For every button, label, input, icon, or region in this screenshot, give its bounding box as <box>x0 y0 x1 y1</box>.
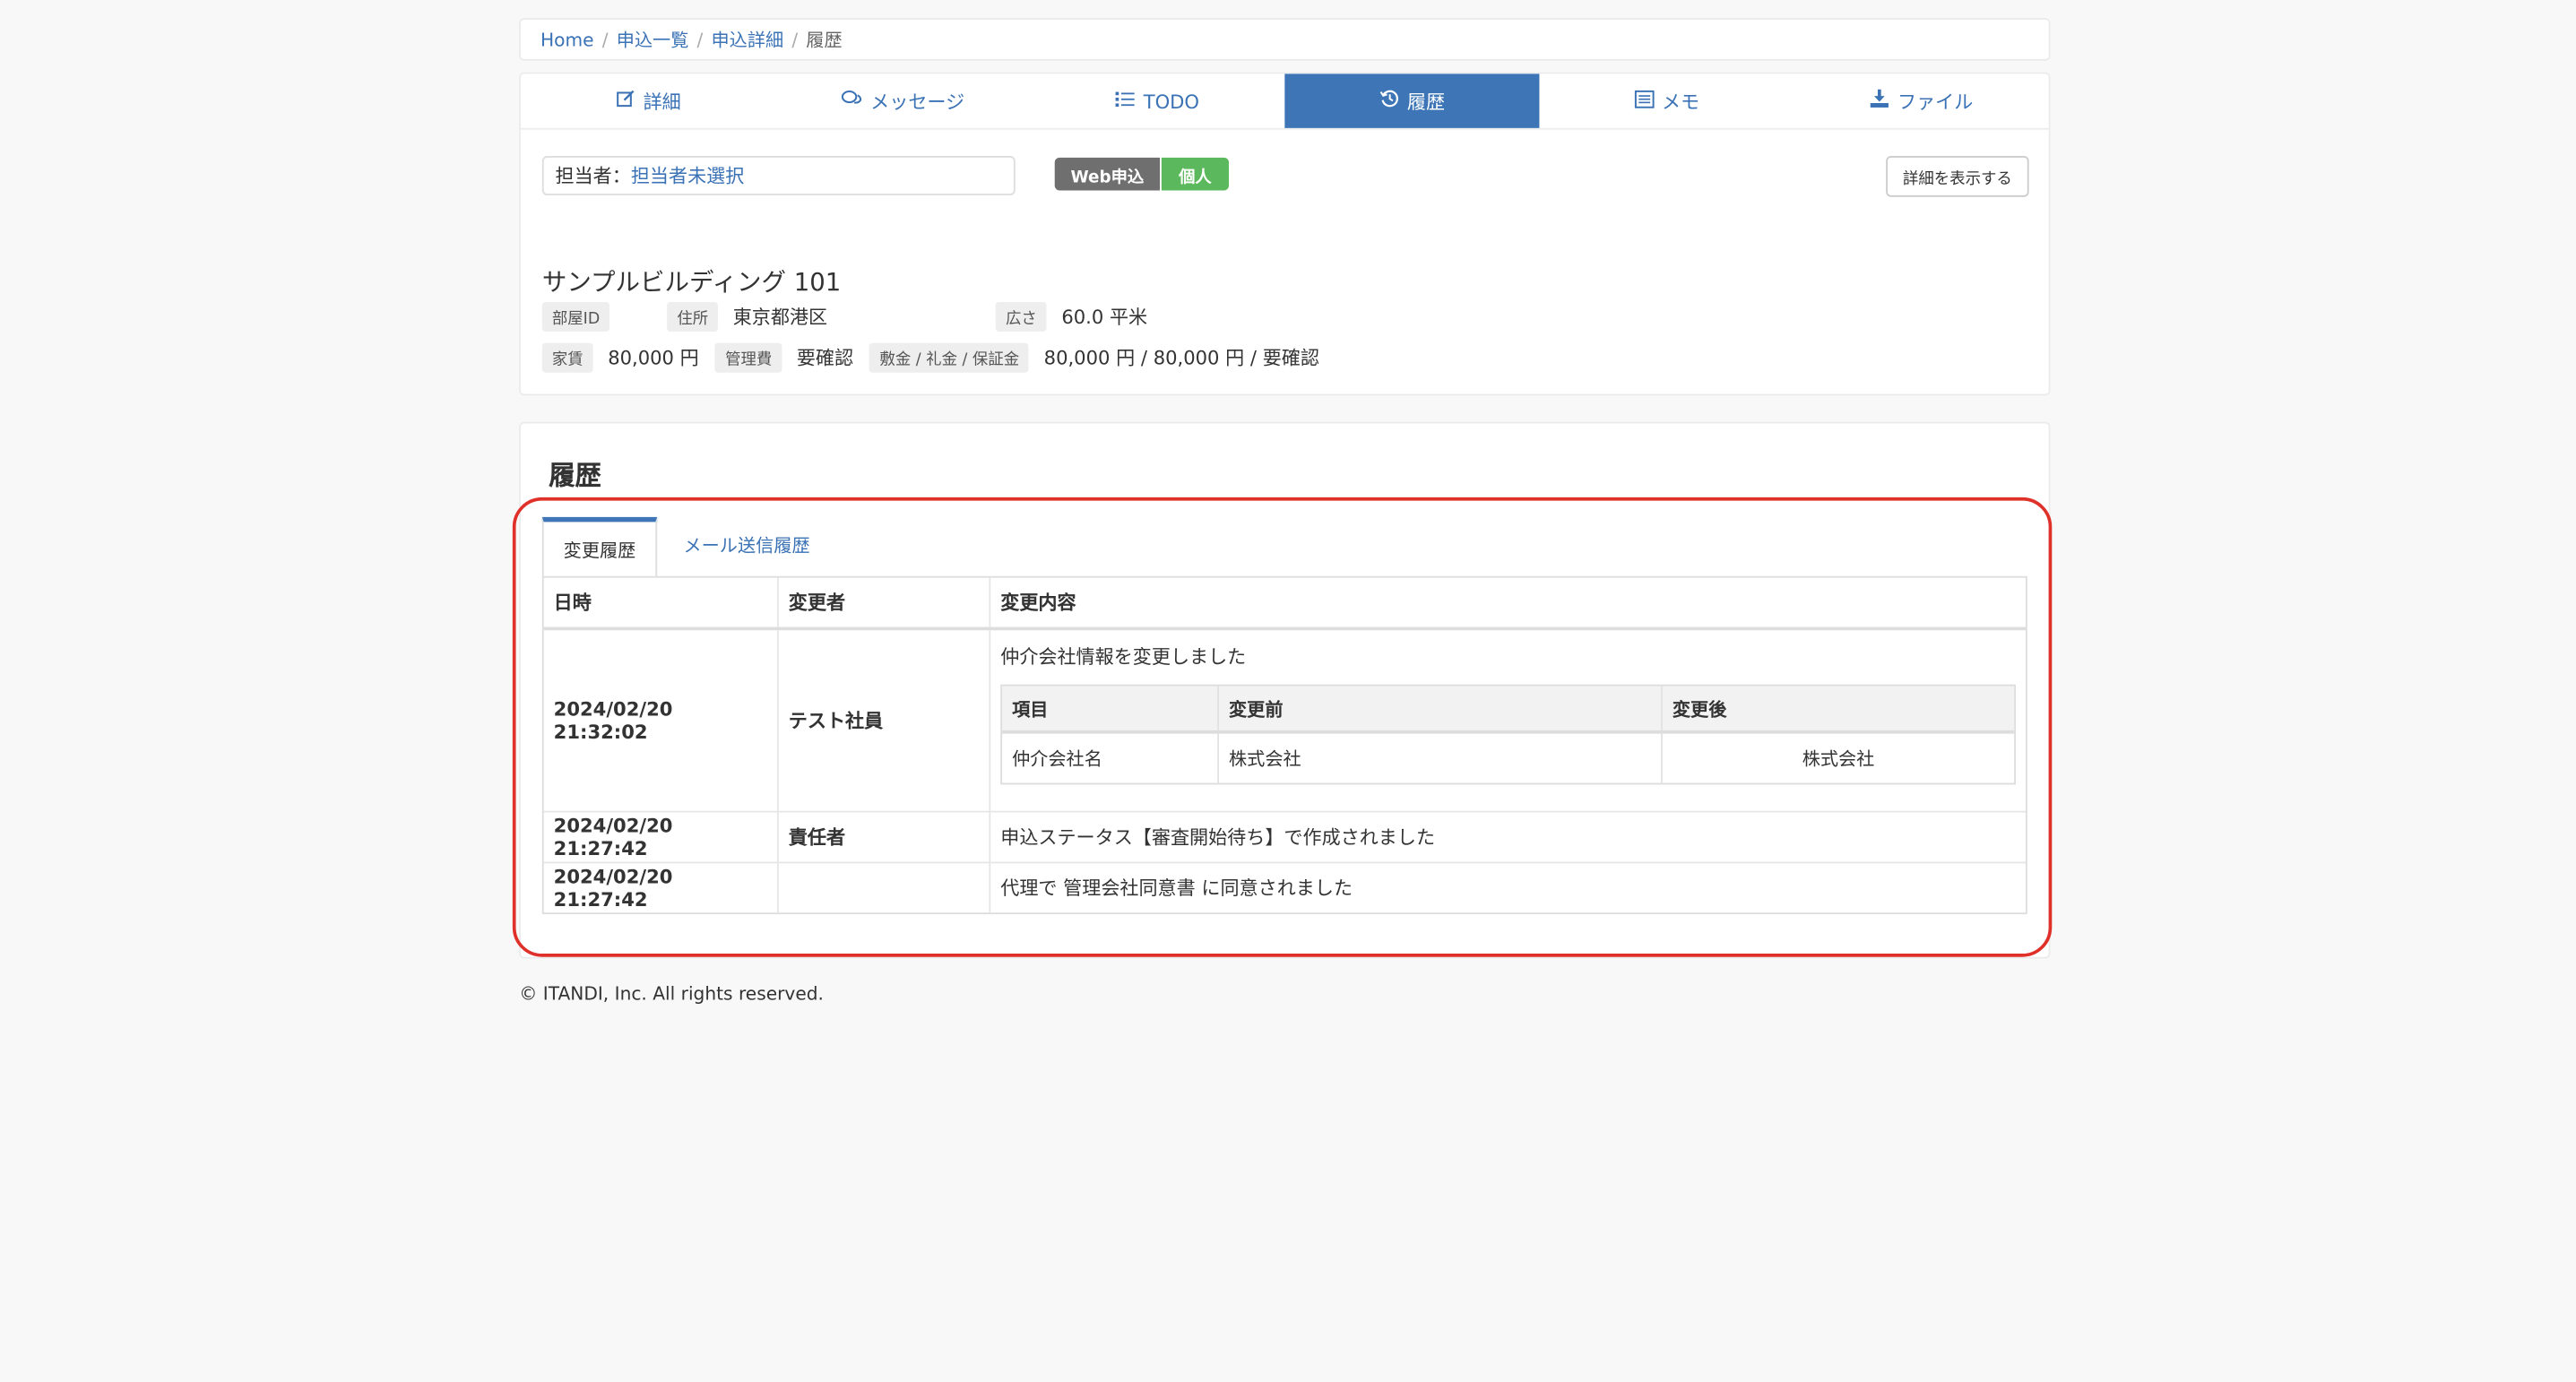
tab-label: TODO <box>1143 89 1199 113</box>
tab-label: ファイル <box>1897 89 1974 113</box>
breadcrumb-current: 履歴 <box>806 29 843 51</box>
highlight-frame <box>512 497 2053 957</box>
breadcrumb-separator: / <box>601 29 609 50</box>
assignee-value[interactable]: 担当者未選択 <box>631 162 744 188</box>
property-title: サンプルビルディング 101 <box>541 267 842 298</box>
history-icon <box>1379 89 1399 113</box>
area-tag: 広さ <box>995 301 1047 332</box>
deposit-tag: 敷金 / 礼金 / 保証金 <box>869 341 1030 372</box>
breadcrumb-separator: / <box>791 29 799 50</box>
edit-icon <box>615 89 635 113</box>
breadcrumb: Home / 申込一覧 / 申込詳細 / 履歴 <box>519 18 2051 61</box>
footer-copyright: © ITANDI, Inc. All rights reserved. <box>519 983 824 1005</box>
tab-detail[interactable]: 詳細 <box>521 73 775 127</box>
tab-label: 詳細 <box>643 89 681 113</box>
tab-label: メッセージ <box>870 89 965 113</box>
address-value: 東京都港区 <box>732 304 828 328</box>
individual-badge: 個人 <box>1161 157 1230 191</box>
tab-history[interactable]: 履歴 <box>1284 73 1540 128</box>
management-fee-tag: 管理費 <box>715 341 782 372</box>
rent-value: 80,000 円 <box>608 345 699 369</box>
room-id-tag: 部屋ID <box>541 301 610 332</box>
web-application-badge: Web申込 <box>1054 157 1161 191</box>
history-title: 履歴 <box>549 459 601 491</box>
tab-label: 履歴 <box>1406 89 1446 113</box>
breadcrumb-home[interactable]: Home <box>540 29 594 50</box>
list-icon <box>1115 90 1136 113</box>
area-value: 60.0 平米 <box>1061 304 1148 328</box>
rent-tag: 家賃 <box>541 341 593 372</box>
tab-message[interactable]: メッセージ <box>775 73 1030 127</box>
address-tag: 住所 <box>667 301 719 332</box>
breadcrumb-application-list[interactable]: 申込一覧 <box>617 26 689 52</box>
property-info-row-2: 家賃 80,000 円 管理費 要確認 敷金 / 礼金 / 保証金 80,000… <box>541 341 1336 372</box>
download-icon <box>1870 89 1889 113</box>
breadcrumb-application-detail[interactable]: 申込詳細 <box>712 26 784 52</box>
assignee-selector[interactable]: 担当者： 担当者未選択 <box>541 155 1016 195</box>
show-details-button[interactable]: 詳細を表示する <box>1886 155 2029 197</box>
chat-icon <box>841 89 862 113</box>
tab-label: メモ <box>1661 89 1700 113</box>
property-info-row-1: 部屋ID 住所 東京都港区 広さ 60.0 平米 <box>541 301 1164 332</box>
assignee-label: 担当者： <box>555 164 631 187</box>
tab-memo[interactable]: メモ <box>1539 73 1794 127</box>
tab-file[interactable]: ファイル <box>1794 73 2049 127</box>
tab-todo[interactable]: TODO <box>1030 73 1284 127</box>
deposit-value: 80,000 円 / 80,000 円 / 要確認 <box>1043 345 1319 369</box>
tab-bar: 詳細 メッセージ TODO 履歴 メモ ファイル <box>521 73 2049 130</box>
breadcrumb-separator: / <box>696 29 704 50</box>
memo-icon <box>1633 89 1654 113</box>
application-panel: 詳細 メッセージ TODO 履歴 メモ ファイル 担当者： 担当者未選択 Web… <box>519 72 2051 396</box>
management-fee-value: 要確認 <box>796 345 854 369</box>
